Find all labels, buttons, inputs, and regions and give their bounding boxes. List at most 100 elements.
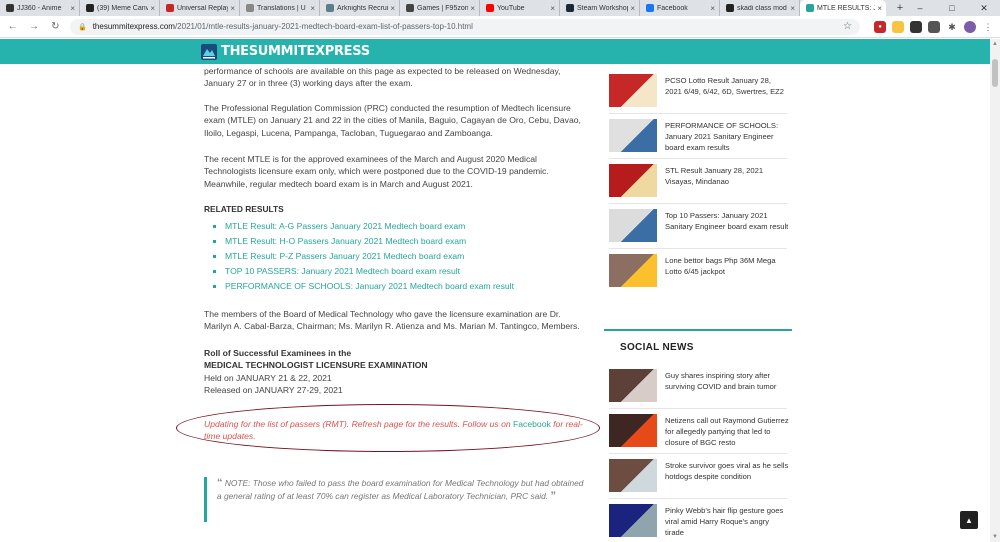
browser-tab[interactable]: MTLE RESULTS: J × [800,0,886,16]
url-domain: thesummitexpress.com [92,22,175,31]
browser-tab[interactable]: Facebook × [640,0,720,16]
close-quote-icon: ” [550,489,556,502]
news-thumbnail[interactable] [609,74,657,107]
extension-dark-icon[interactable] [910,20,922,33]
tab-favicon-icon [566,4,574,12]
tab-close-icon[interactable]: × [710,4,715,13]
tab-strip: JJ360 - Anime × (39) Meme Canv × Universal R… [0,0,1000,16]
browser-tab[interactable]: Translations | U × [240,0,320,16]
sidebar-divider [609,498,787,499]
related-link[interactable]: TOP 10 PASSERS: January 2021 Medtech boa… [213,264,514,279]
logo-text: THESUMMITEXPRESS [221,44,370,59]
extension-yellow-icon[interactable] [892,20,904,33]
tab-label: Games | F95zone [417,4,469,12]
news-headline[interactable]: STL Result January 28, 2021 Visayas, Min… [665,164,789,197]
tab-close-icon[interactable]: × [230,4,235,13]
related-link[interactable]: MTLE Result: P-Z Passers January 2021 Me… [213,249,514,264]
held-date: Held on JANUARY 21 & 22, 2021 [204,372,332,383]
browser-tab[interactable]: skadi class mod × [720,0,800,16]
tab-close-icon[interactable]: × [630,4,635,13]
news-thumbnail[interactable] [609,414,657,447]
sidebar-news-item[interactable]: PERFORMANCE OF SCHOOLS: January 2021 San… [609,119,789,153]
sidebar-news-item[interactable]: Stroke survivor goes viral as he sells h… [609,459,789,492]
reload-icon[interactable]: ↻ [47,18,64,36]
sidebar-news-item[interactable]: PCSO Lotto Result January 28, 2021 6/49,… [609,74,789,107]
extension-icons: ● ✱ ⋮ [874,20,1000,33]
news-thumbnail[interactable] [609,119,657,152]
article-paragraph: performance of schools are available on … [204,66,561,89]
tab-close-icon[interactable]: × [390,4,395,13]
tab-label: YouTube [497,4,525,12]
back-to-top-button[interactable]: ▲ [960,511,978,529]
tab-close-icon[interactable]: × [550,4,555,13]
news-headline[interactable]: Top 10 Passers: January 2021 Sanitary En… [665,209,789,242]
tab-label: Steam Workshop [577,4,629,12]
related-link[interactable]: PERFORMANCE OF SCHOOLS: January 2021 Med… [213,279,514,294]
browser-tab[interactable]: Arknights Recrui × [320,0,400,16]
news-thumbnail[interactable] [609,209,657,242]
browser-tab[interactable]: YouTube × [480,0,560,16]
tab-label: Arknights Recrui [337,4,389,12]
browser-tab[interactable]: Games | F95zone × [400,0,480,16]
news-thumbnail[interactable] [609,459,657,492]
news-headline[interactable]: Pinky Webb's hair flip gesture goes vira… [665,504,789,538]
logo-icon [201,43,217,60]
menu-icon[interactable]: ⋮ [982,21,994,33]
avatar[interactable] [964,20,976,33]
news-headline[interactable]: Stroke survivor goes viral as he sells h… [665,459,789,492]
news-thumbnail[interactable] [609,369,657,402]
scroll-down-icon[interactable]: ▼ [992,534,998,540]
window-controls: – □ ✕ [904,0,1000,16]
scroll-up-icon[interactable]: ▲ [992,41,998,47]
sidebar-news-item[interactable]: Pinky Webb's hair flip gesture goes vira… [609,504,789,538]
tab-close-icon[interactable]: × [877,4,882,13]
scrollbar[interactable]: ▲ ▼ [990,39,1000,542]
open-quote-icon: “ [217,477,223,489]
bookmark-star-icon[interactable]: ☆ [843,21,852,32]
minimize-icon[interactable]: – [904,0,936,16]
sidebar-news-item[interactable]: Guy shares inspiring story after survivi… [609,369,789,402]
news-headline[interactable]: Netizens call out Raymond Gutierrez for … [665,414,789,448]
tab-close-icon[interactable]: × [790,4,795,13]
tab-label: Universal Replay [177,4,229,12]
address-bar[interactable]: 🔒 thesummitexpress.com/2021/01/mtle-resu… [69,18,860,35]
extension-red-icon[interactable]: ● [874,20,886,33]
extension-gray-icon[interactable] [928,20,940,33]
tab-favicon-icon [726,4,734,12]
scrollbar-thumb[interactable] [992,59,998,87]
close-window-icon[interactable]: ✕ [968,0,1000,16]
related-link[interactable]: MTLE Result: A-G Passers January 2021 Me… [213,219,514,234]
browser-tab[interactable]: Universal Replay × [160,0,240,16]
sidebar-news-item[interactable]: Netizens call out Raymond Gutierrez for … [609,414,789,448]
back-icon[interactable]: ← [4,18,21,36]
sidebar-news-item[interactable]: STL Result January 28, 2021 Visayas, Min… [609,164,789,197]
tab-close-icon[interactable]: × [70,4,75,13]
maximize-icon[interactable]: □ [936,0,968,16]
news-headline[interactable]: PERFORMANCE OF SCHOOLS: January 2021 San… [665,119,789,153]
article-paragraph: The members of the Board of Medical Tech… [204,309,580,332]
browser-tab[interactable]: (39) Meme Canv × [80,0,160,16]
tab-close-icon[interactable]: × [310,4,315,13]
news-thumbnail[interactable] [609,254,657,287]
news-headline[interactable]: PCSO Lotto Result January 28, 2021 6/49,… [665,74,789,107]
news-thumbnail[interactable] [609,164,657,197]
sidebar-news-item[interactable]: Top 10 Passers: January 2021 Sanitary En… [609,209,789,242]
news-thumbnail[interactable] [609,504,657,537]
roll-title: Roll of Successful Examinees in the [204,348,352,358]
browser-tab[interactable]: Steam Workshop × [560,0,640,16]
sidebar-divider [609,158,787,159]
tab-favicon-icon [806,4,814,12]
tab-close-icon[interactable]: × [470,4,475,13]
related-link[interactable]: MTLE Result: H-O Passers January 2021 Me… [213,234,514,249]
forward-icon[interactable]: → [25,18,42,36]
puzzle-icon[interactable]: ✱ [946,21,958,33]
browser-tab[interactable]: JJ360 - Anime × [0,0,80,16]
bullet-icon [213,255,216,258]
tab-favicon-icon [6,4,14,12]
news-headline[interactable]: Lone bettor bags Php 36M Mega Lotto 6/45… [665,254,789,287]
sidebar-news-item[interactable]: Lone bettor bags Php 36M Mega Lotto 6/45… [609,254,789,287]
tab-favicon-icon [246,4,254,12]
site-logo[interactable]: THESUMMITEXPRESS [200,41,370,62]
news-headline[interactable]: Guy shares inspiring story after survivi… [665,369,789,402]
tab-close-icon[interactable]: × [150,4,155,13]
